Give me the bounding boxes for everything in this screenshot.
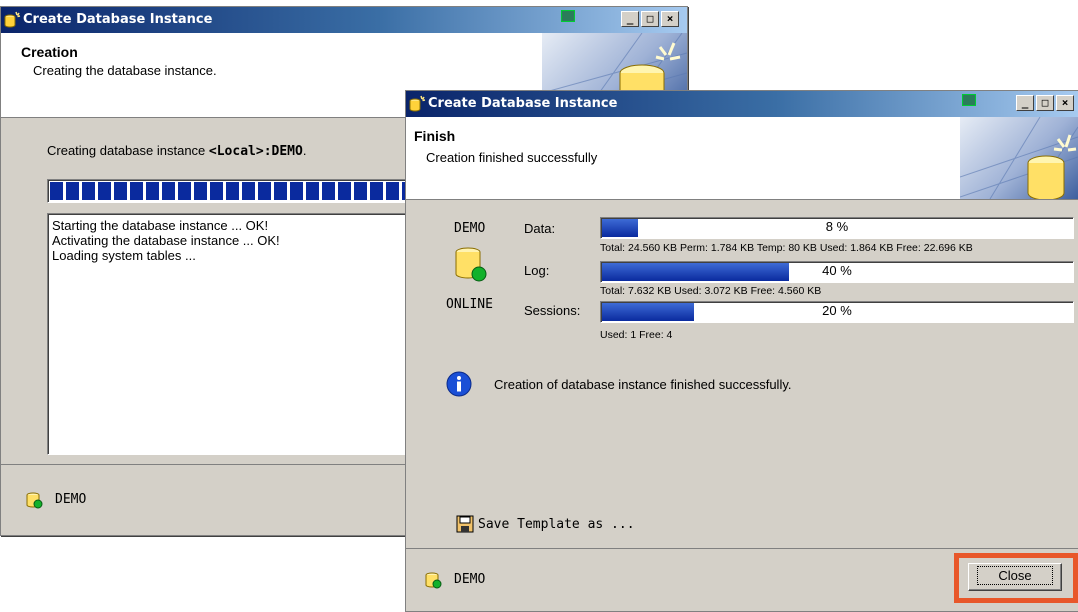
database-app-icon [408, 95, 426, 113]
data-usage-details: Total: 24.560 KB Perm: 1.784 KB Temp: 80… [600, 242, 973, 254]
close-window-button[interactable]: × [1056, 95, 1074, 111]
header-subtitle: Creation finished successfully [426, 150, 598, 165]
info-icon [446, 371, 472, 400]
sessions-usage-bar: 20 % [600, 301, 1074, 323]
front-window: Create Database Instance _ □ × Finish Cr… [405, 90, 1078, 612]
database-app-icon [3, 11, 21, 29]
window-title: Create Database Instance [23, 12, 213, 27]
log-usage-details: Total: 7.632 KB Used: 3.072 KB Free: 4.5… [600, 285, 822, 297]
monitor-icon [561, 10, 575, 22]
status-line: Creating database instance <Local>:DEMO. [47, 143, 307, 159]
data-usage-percent: 8 % [825, 219, 849, 234]
data-label: Data: [524, 221, 556, 236]
instance-name: DEMO [454, 221, 486, 236]
minimize-button[interactable]: _ [621, 11, 639, 27]
close-button-label: Close [977, 566, 1053, 585]
database-online-icon [454, 245, 488, 286]
maximize-button[interactable]: □ [1036, 95, 1054, 111]
instance-state: ONLINE [446, 297, 493, 312]
header-title: Creation [21, 44, 78, 60]
log-output: Starting the database instance ... OK! A… [47, 213, 429, 455]
sessions-label: Sessions: [524, 303, 581, 318]
footer-instance-name: DEMO [454, 572, 486, 587]
save-template-label: Save Template as ... [478, 517, 635, 532]
status-instance-name: :DEMO [263, 144, 303, 159]
database-online-icon [25, 491, 43, 512]
window-title: Create Database Instance [428, 96, 618, 111]
close-button[interactable]: Close [968, 563, 1062, 591]
header-title: Finish [414, 128, 456, 144]
title-bar[interactable]: Create Database Instance _ □ × [1, 7, 687, 33]
log-line: Activating the database instance ... OK! [52, 233, 280, 248]
monitor-icon [962, 94, 976, 106]
data-usage-bar: 8 % [600, 217, 1074, 239]
log-usage-bar: 40 % [600, 261, 1074, 283]
log-line: Starting the database instance ... OK! [52, 218, 269, 233]
sessions-usage-percent: 20 % [822, 303, 852, 318]
progress-segments [50, 182, 428, 200]
creation-progress-bar [47, 179, 429, 203]
header-subtitle: Creating the database instance. [33, 63, 217, 78]
sessions-usage-details: Used: 1 Free: 4 [600, 329, 673, 341]
floppy-disk-icon [456, 515, 474, 536]
wizard-header: Finish Creation finished successfully [406, 117, 1078, 200]
close-window-button[interactable]: × [661, 11, 679, 27]
status-local: <Local> [208, 144, 264, 159]
maximize-button[interactable]: □ [641, 11, 659, 27]
database-banner-icon [960, 117, 1078, 199]
title-bar[interactable]: Create Database Instance _ □ × [406, 91, 1078, 117]
log-line: Loading system tables ... [52, 248, 196, 263]
footer-instance-name: DEMO [55, 492, 87, 507]
log-usage-percent: 40 % [822, 263, 852, 278]
minimize-button[interactable]: _ [1016, 95, 1034, 111]
info-message: Creation of database instance finished s… [494, 377, 792, 392]
wizard-footer: DEMO Close [406, 548, 1078, 611]
wizard-banner [960, 117, 1078, 199]
log-label: Log: [524, 263, 550, 278]
database-online-icon [424, 571, 442, 592]
